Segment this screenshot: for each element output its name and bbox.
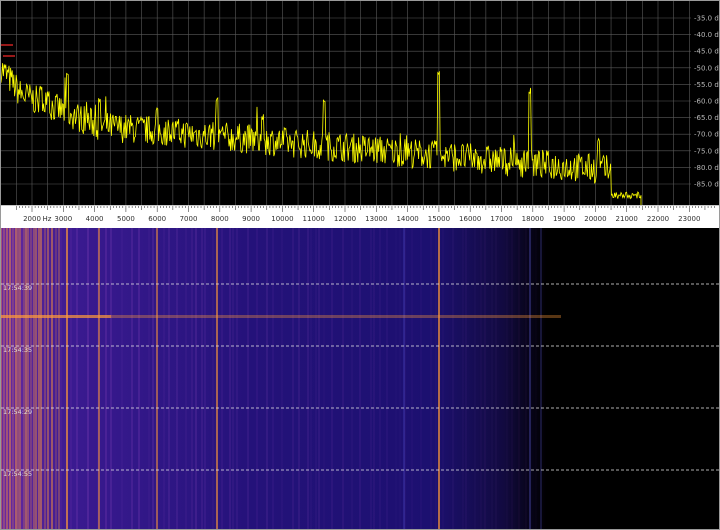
db-scale-label: -70.0 dB	[694, 131, 719, 139]
db-scale-label: -35.0 dB	[694, 15, 719, 23]
db-scale-label: -50.0 dB	[694, 64, 719, 72]
frequency-tick-label: 6000	[148, 215, 166, 223]
frequency-tick-label: 5000	[117, 215, 135, 223]
waterfall-time-label: 17:54:29	[3, 408, 32, 416]
spectrum-plot[interactable]: -35.0 dB -40.0 dB -45.0 dB -50.0 dB -55.0 dB…	[1, 1, 719, 205]
frequency-tick-label: 14000	[396, 215, 418, 223]
spectrum-analyzer-window: -35.0 dB -40.0 dB -45.0 dB -50.0 dB -55.0 dB…	[0, 0, 720, 530]
frequency-tick-label: 23000	[678, 215, 700, 223]
frequency-tick-labels: 2000 Hz 3000 4000 5000 6000 7000 8000 9000 10000 1…	[23, 215, 700, 223]
waterfall-time-label: 17:54:39	[3, 284, 32, 292]
frequency-tick-label: 22000	[647, 215, 669, 223]
spectrum-vertical-grid	[16, 1, 690, 205]
frequency-tick-label: 21000	[616, 215, 638, 223]
frequency-tick-label: 2000	[23, 215, 41, 223]
waterfall-spectrogram[interactable]: 17:54:39 17:54:35 17:54:29 17:54:55	[1, 228, 719, 529]
frequency-tick-label: 17000	[490, 215, 512, 223]
frequency-tick-label: 16000	[459, 215, 481, 223]
frequency-tick-label: 13000	[365, 215, 387, 223]
frequency-tick-label: 8000	[211, 215, 229, 223]
frequency-tick-label: 12000	[334, 215, 356, 223]
db-scale-label: -65.0 dB	[694, 114, 719, 122]
db-scale-label: -45.0 dB	[694, 48, 719, 56]
frequency-axis-canvas: 2000 Hz 3000 4000 5000 6000 7000 8000 9000 10000 1…	[16, 206, 715, 223]
db-scale-label: -85.0 dB	[694, 181, 719, 189]
frequency-tick-label: 18000	[522, 215, 544, 223]
db-scale-label: -40.0 dB	[694, 31, 719, 39]
frequency-tick-label: 11000	[303, 215, 325, 223]
db-scale-label: -60.0 dB	[694, 98, 719, 106]
frequency-tick-label: 15000	[428, 215, 450, 223]
frequency-tick-label: 20000	[584, 215, 606, 223]
peak-hold-marker	[1, 44, 15, 57]
db-scale-label: -80.0 dB	[694, 164, 719, 172]
frequency-unit-label: Hz	[43, 215, 52, 223]
frequency-tick-label: 4000	[86, 215, 104, 223]
frequency-tick-label: 10000	[271, 215, 293, 223]
frequency-tick-label: 7000	[180, 215, 198, 223]
waterfall-transient-band	[1, 315, 561, 318]
waterfall-canvas: 17:54:39 17:54:35 17:54:29 17:54:55	[1, 228, 719, 529]
db-scale-labels: -35.0 dB -40.0 dB -45.0 dB -50.0 dB -55.0 dB…	[694, 15, 719, 189]
frequency-tick-label: 19000	[553, 215, 575, 223]
waterfall-transient	[1, 315, 111, 318]
db-scale-label: -75.0 dB	[694, 147, 719, 155]
spectrum-plot-canvas: -35.0 dB -40.0 dB -45.0 dB -50.0 dB -55.0 dB…	[1, 1, 719, 205]
frequency-tick-label: 9000	[242, 215, 260, 223]
frequency-tick-label: 3000	[54, 215, 72, 223]
frequency-ticks	[16, 206, 715, 212]
frequency-axis[interactable]: 2000 Hz 3000 4000 5000 6000 7000 8000 9000 10000 1…	[1, 205, 719, 229]
waterfall-time-label: 17:54:55	[3, 470, 32, 478]
waterfall-time-label: 17:54:35	[3, 346, 32, 354]
db-scale-label: -55.0 dB	[694, 81, 719, 89]
spectrum-horizontal-grid	[1, 17, 691, 185]
